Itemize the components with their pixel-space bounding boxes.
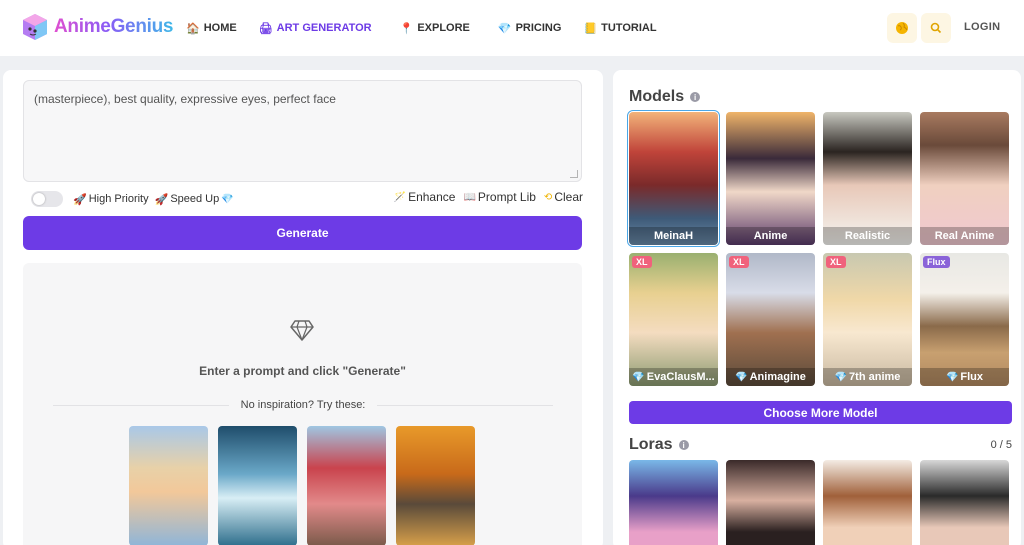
sample-image[interactable]	[396, 426, 475, 545]
lora-grid	[629, 460, 1009, 545]
prompt-text: (masterpiece), best quality, expressive …	[34, 92, 336, 106]
home-icon: 🏠	[186, 22, 200, 35]
login-link[interactable]: LOGIN	[964, 21, 1000, 33]
empty-hint: Enter a prompt and click "Generate"	[199, 364, 406, 378]
model-card-animagine[interactable]: XL 💎 Animagine	[726, 253, 815, 386]
generate-button[interactable]: Generate	[23, 216, 582, 250]
model-card-flux[interactable]: Flux 💎 Flux	[920, 253, 1009, 386]
palette-icon: 🖨	[258, 22, 273, 35]
choose-more-model-button[interactable]: Choose More Model	[629, 401, 1012, 424]
gem-icon: 💎	[834, 371, 848, 383]
search-icon	[930, 22, 942, 34]
model-card-evaclaus[interactable]: XL 💎 EvaClausM...	[629, 253, 718, 386]
model-card-real-anime[interactable]: Real Anime	[920, 112, 1009, 245]
loras-title: Loras i	[629, 436, 689, 454]
nav-tutorial[interactable]: 📒 TUTORIAL	[583, 22, 656, 35]
language-button[interactable]	[887, 13, 917, 43]
xl-badge: XL	[729, 256, 749, 268]
lora-card[interactable]	[629, 460, 718, 545]
high-priority-label: High Priority	[88, 193, 149, 205]
generator-panel: (masterpiece), best quality, expressive …	[3, 70, 603, 545]
prompt-lib-button[interactable]: 📖 Prompt Lib	[463, 190, 535, 204]
models-panel: Models i MeinaH Anime Realistic Real Ani…	[613, 70, 1021, 545]
info-icon[interactable]: i	[690, 92, 701, 102]
inspiration-text: No inspiration? Try these:	[240, 399, 366, 411]
generation-options: 🚀 High Priority 🚀 Speed Up 💎 🪄 Enhance 📖…	[31, 190, 583, 208]
refresh-icon: ⟲	[543, 191, 553, 203]
speed-up-option[interactable]: 🚀 Speed Up 💎	[155, 193, 234, 206]
model-card-realistic[interactable]: Realistic	[823, 112, 912, 245]
flux-badge: Flux	[923, 256, 950, 268]
enhance-label: Enhance	[408, 190, 456, 204]
models-title: Models i	[629, 88, 701, 106]
model-label: 💎 Flux	[920, 368, 1009, 386]
sample-image[interactable]	[307, 426, 386, 545]
model-label: Anime	[726, 227, 815, 245]
main-nav: 🏠 HOME 🖨 ART GENERATOR 📍 EXPLORE 💎 PRICI…	[186, 0, 657, 56]
gem-icon: 💎	[632, 371, 645, 383]
result-area: Enter a prompt and click "Generate" No i…	[23, 263, 582, 545]
sample-images	[129, 426, 475, 545]
model-card-7th-anime[interactable]: XL 💎 7th anime	[823, 253, 912, 386]
lora-card[interactable]	[726, 460, 815, 545]
clear-label: Clear	[554, 190, 583, 204]
xl-badge: XL	[632, 256, 652, 268]
rocket-icon: 🚀	[73, 193, 87, 206]
nav-pricing[interactable]: 💎 PRICING	[498, 22, 562, 35]
book-open-icon: 📖	[463, 191, 476, 203]
nav-explore-label: EXPLORE	[417, 22, 470, 34]
inspiration-divider: No inspiration? Try these:	[53, 397, 554, 413]
diamond-icon	[290, 320, 314, 341]
nav-explore[interactable]: 📍 EXPLORE	[400, 22, 470, 35]
info-icon[interactable]: i	[678, 440, 689, 450]
model-label: 💎 7th anime	[823, 368, 912, 386]
model-label: 💎 EvaClausM...	[629, 368, 718, 386]
model-label: Real Anime	[920, 227, 1009, 245]
high-priority-option[interactable]: 🚀 High Priority	[73, 193, 149, 206]
book-icon: 📒	[583, 22, 598, 35]
nav-home-label: HOME	[203, 22, 237, 34]
gem-icon: 💎	[221, 193, 234, 205]
pin-icon: 📍	[399, 22, 414, 35]
speed-up-label: Speed Up	[170, 193, 220, 205]
rocket-icon: 🚀	[154, 193, 169, 206]
gem-icon: 💎	[735, 371, 748, 383]
logo[interactable]: AnimeGenius	[20, 12, 173, 42]
lora-count: 0 / 5	[990, 439, 1012, 451]
model-label: 💎 Animagine	[726, 368, 815, 386]
loras-title-text: Loras	[629, 436, 673, 453]
model-grid: MeinaH Anime Realistic Real Anime XL 💎 Ev…	[627, 110, 1009, 386]
lora-card[interactable]	[823, 460, 912, 545]
model-label: MeinaH	[629, 227, 718, 245]
sample-image[interactable]	[218, 426, 297, 545]
gem-icon: 💎	[945, 371, 959, 383]
prompt-input[interactable]: (masterpiece), best quality, expressive …	[23, 80, 582, 182]
enhance-button[interactable]: 🪄 Enhance	[394, 190, 456, 204]
nav-pricing-label: PRICING	[515, 22, 562, 34]
clear-button[interactable]: ⟲ Clear	[544, 190, 583, 204]
model-card-meinah[interactable]: MeinaH	[627, 110, 720, 247]
priority-toggle[interactable]	[31, 191, 63, 207]
sample-image[interactable]	[129, 426, 208, 545]
wand-icon: 🪄	[393, 191, 407, 203]
nav-art-generator-label: ART GENERATOR	[276, 22, 372, 34]
model-card-anime[interactable]: Anime	[726, 112, 815, 245]
nav-home[interactable]: 🏠 HOME	[186, 22, 237, 35]
top-header: AnimeGenius 🏠 HOME 🖨 ART GENERATOR 📍 EXP…	[0, 0, 1024, 56]
logo-cube-icon	[23, 14, 47, 40]
lora-card[interactable]	[920, 460, 1009, 545]
prompt-lib-label: Prompt Lib	[477, 190, 536, 204]
model-label: Realistic	[823, 227, 912, 245]
search-button[interactable]	[921, 13, 951, 43]
xl-badge: XL	[826, 256, 846, 268]
nav-tutorial-label: TUTORIAL	[601, 22, 657, 34]
gem-icon: 💎	[497, 22, 512, 35]
logo-text: AnimeGenius	[54, 16, 174, 37]
models-title-text: Models	[629, 88, 685, 105]
globe-icon	[896, 22, 908, 34]
resize-handle-icon[interactable]	[570, 170, 578, 178]
nav-art-generator[interactable]: 🖨 ART GENERATOR	[259, 22, 372, 35]
